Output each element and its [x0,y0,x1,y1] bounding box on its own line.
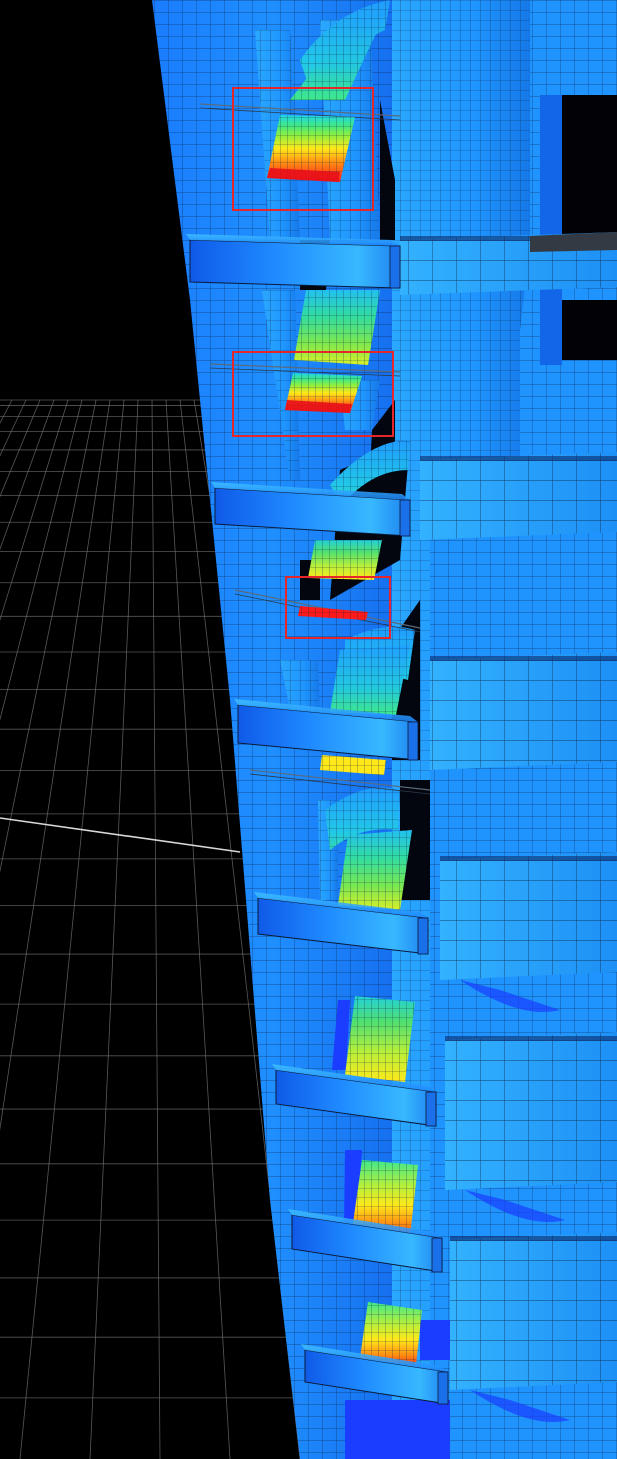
fea-viewport[interactable] [0,0,617,1459]
beam-1 [190,240,400,288]
fea-model-render [0,0,617,1459]
